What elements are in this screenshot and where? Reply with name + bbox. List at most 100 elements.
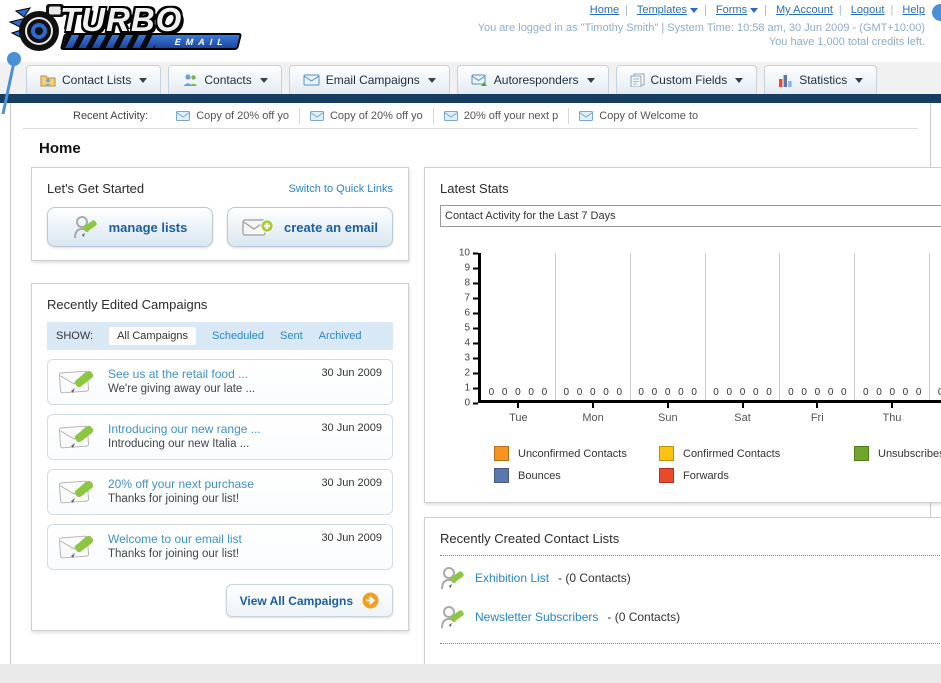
- tab-contact-lists[interactable]: Contact Lists: [26, 65, 162, 94]
- chart-group: 00000: [704, 253, 780, 400]
- login-line: You are logged in as "Timothy Smith" | S…: [477, 22, 925, 34]
- chart-group: 00000: [488, 387, 548, 398]
- contact-list-link[interactable]: Exhibition List: [475, 571, 549, 585]
- campaigns-filter-bar: SHOW: All Campaigns Scheduled Sent Archi…: [47, 322, 393, 350]
- create-email-button[interactable]: create an email: [227, 207, 393, 247]
- page-footer: [0, 664, 941, 683]
- turbo-email-logo: TURBO EMAIL: [8, 1, 243, 53]
- get-started-title: Let's Get Started: [47, 181, 145, 196]
- chart-group: 00000: [629, 253, 705, 400]
- chart-x-label: Mon: [556, 403, 631, 426]
- campaign-item: Introducing our new range ... Introducin…: [47, 414, 393, 460]
- logo-email-banner: EMAIL: [59, 33, 243, 50]
- campaign-title-link[interactable]: Introducing our new range ...: [108, 422, 311, 436]
- envelope-icon: [309, 110, 324, 121]
- envelope-icon: [176, 110, 191, 121]
- legend-item: Bounces: [494, 468, 659, 483]
- contact-activity-chart: 10 9 8 7 6 5 4 3 2 1 0 000000000000000000000000000…: [454, 248, 941, 483]
- chart-group: 00000: [779, 253, 854, 400]
- chart-legend: Unconfirmed Contacts Confirmed Contacts Un…: [494, 446, 941, 483]
- campaign-title-link[interactable]: 20% off your next purchase: [108, 477, 311, 491]
- chart-x-label: Sat: [705, 403, 780, 426]
- campaign-subtitle: We're giving away our late ...: [108, 383, 256, 395]
- app-header: TURBO EMAIL Home | Templates | Forms | My A…: [0, 0, 941, 62]
- chart-x-label: Fri: [780, 403, 855, 426]
- campaigns-title: Recently Edited Campaigns: [47, 297, 208, 312]
- manage-lists-button[interactable]: manage lists: [47, 207, 213, 247]
- envelope-edit-icon: [58, 370, 94, 394]
- nav-link-home[interactable]: Home: [590, 4, 619, 16]
- logo-title: TURBO: [60, 1, 183, 38]
- bar-chart-icon: [779, 74, 792, 87]
- tab-autoresponders[interactable]: Autoresponders: [456, 65, 609, 94]
- recent-contact-lists-panel: Recently Created Contact Lists Exhibitio…: [424, 517, 941, 683]
- recent-activity-label: Recent Activity:: [73, 109, 149, 122]
- nav-link-forms[interactable]: Forms: [716, 4, 747, 16]
- contact-list-count: - (0 Contacts): [607, 610, 681, 624]
- campaign-date: 30 Jun 2009: [321, 367, 382, 379]
- arrow-right-circle-icon: [362, 592, 379, 609]
- chart-x-label: Sun: [630, 403, 705, 426]
- envelope-edit-icon: [58, 480, 94, 504]
- dotted-divider: [440, 643, 941, 644]
- recent-activity-bar: Recent Activity: Copy of 20% off yo Copy…: [23, 103, 918, 129]
- campaign-title-link[interactable]: Welcome to our email list: [108, 532, 311, 546]
- nav-link-help[interactable]: Help: [902, 4, 925, 16]
- filter-scheduled[interactable]: Scheduled: [212, 330, 264, 342]
- contact-list-link[interactable]: Newsletter Subscribers: [475, 610, 598, 624]
- recent-activity-item[interactable]: Copy of 20% off yo: [300, 107, 434, 124]
- main-tab-bar: Contact Lists Contacts Email Campaigns A…: [0, 62, 941, 94]
- envelope-edit-icon: [58, 425, 94, 449]
- chevron-down-icon: [427, 77, 436, 83]
- tab-custom-fields[interactable]: Custom Fields: [615, 65, 758, 94]
- filter-sent[interactable]: Sent: [280, 330, 303, 342]
- nav-link-templates[interactable]: Templates: [637, 4, 687, 16]
- contact-lists-title: Recently Created Contact Lists: [440, 531, 620, 546]
- page-title: Home: [39, 140, 81, 157]
- person-pencil-icon: [441, 606, 464, 629]
- contacts-people-icon: [183, 74, 198, 86]
- legend-item: Unsubscribes: [854, 446, 941, 461]
- filter-all-campaigns[interactable]: All Campaigns: [109, 327, 196, 345]
- stats-period-select[interactable]: Contact Activity for the Last 7 Days: [440, 205, 941, 227]
- campaign-subtitle: Introducing our new Italia ...: [108, 438, 250, 450]
- tab-contacts[interactable]: Contacts: [168, 65, 282, 94]
- tab-statistics[interactable]: Statistics: [764, 65, 878, 94]
- envelope-edit-icon: [58, 535, 94, 559]
- nav-link-logout[interactable]: Logout: [851, 4, 885, 16]
- chevron-down-icon: [690, 7, 698, 13]
- turbocharger-icon: [8, 4, 64, 51]
- logo-subtitle: EMAIL: [173, 36, 230, 47]
- chevron-down-icon: [586, 77, 595, 83]
- recent-activity-item[interactable]: Copy of Welcome to: [569, 108, 708, 124]
- chart-x-label: Tue: [481, 403, 556, 426]
- recent-activity-item[interactable]: Copy of 20% off yo: [166, 107, 300, 124]
- person-pencil-icon: [441, 567, 464, 590]
- filter-archived[interactable]: Archived: [319, 330, 362, 342]
- chevron-down-icon: [855, 77, 864, 83]
- latest-stats-panel: Latest Stats Contact Activity for the La…: [424, 167, 941, 503]
- latest-stats-title: Latest Stats: [440, 181, 509, 196]
- campaign-subtitle: Thanks for joining our list!: [108, 548, 240, 560]
- campaign-date: 30 Jun 2009: [321, 532, 382, 544]
- chevron-down-icon: [259, 77, 268, 83]
- envelope-plus-icon: [242, 219, 274, 236]
- envelope-icon: [443, 110, 458, 121]
- contact-folder-icon: [40, 75, 56, 87]
- campaign-item: 20% off your next purchase Thanks for jo…: [47, 469, 393, 515]
- get-started-panel: Let's Get Started Switch to Quick Links …: [31, 167, 409, 261]
- person-pencil-icon: [73, 216, 97, 239]
- tab-email-campaigns[interactable]: Email Campaigns: [288, 65, 450, 94]
- contact-list-item: Exhibition List - (0 Contacts): [440, 556, 941, 595]
- nav-link-my-account[interactable]: My Account: [776, 4, 833, 16]
- chart-x-label: Thu: [855, 403, 930, 426]
- envelope-icon: [579, 110, 594, 121]
- chart-group: 00000: [854, 253, 929, 400]
- switch-quick-links[interactable]: Switch to Quick Links: [288, 183, 393, 195]
- view-all-campaigns-button[interactable]: View All Campaigns: [225, 584, 393, 617]
- contact-list-count: - (0 Contacts): [558, 571, 631, 585]
- campaign-title-link[interactable]: See us at the retail food ...: [108, 367, 311, 381]
- envelope-icon: [303, 74, 320, 86]
- recent-activity-item[interactable]: 20% off your next p: [434, 107, 570, 124]
- decorative-dot-right: [932, 4, 941, 21]
